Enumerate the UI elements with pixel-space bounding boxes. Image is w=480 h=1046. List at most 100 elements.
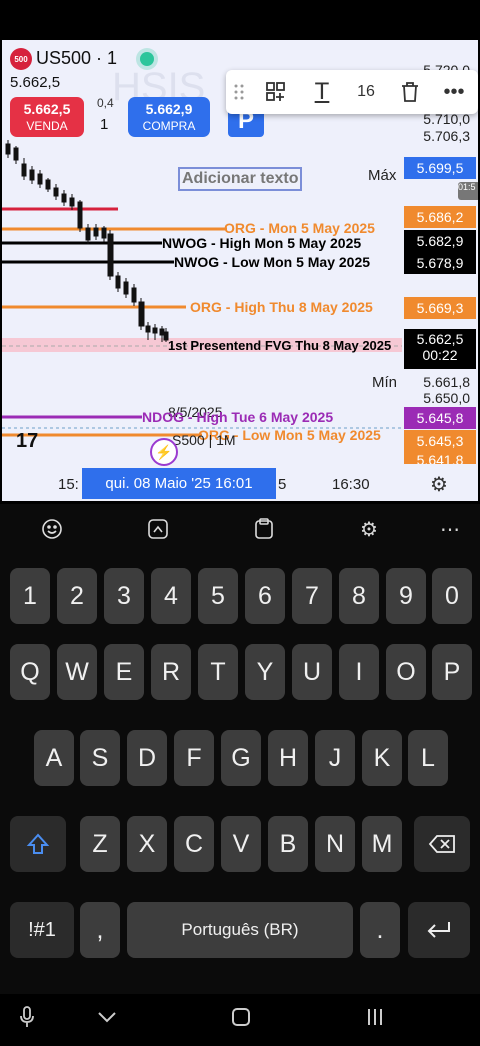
key-u[interactable]: U bbox=[292, 644, 332, 700]
key-7[interactable]: 7 bbox=[292, 568, 332, 624]
price-tag-nwog-low: 5.678,9 bbox=[404, 252, 476, 274]
more-options-icon[interactable]: ••• bbox=[438, 70, 470, 114]
sell-button[interactable]: 5.662,5 VENDA bbox=[10, 97, 84, 137]
key-2[interactable]: 2 bbox=[57, 568, 97, 624]
comma-key[interactable]: , bbox=[80, 902, 120, 958]
key-f[interactable]: F bbox=[174, 730, 214, 786]
more-icon[interactable]: ⋯ bbox=[432, 506, 468, 552]
key-j[interactable]: J bbox=[315, 730, 355, 786]
key-s[interactable]: S bbox=[80, 730, 120, 786]
key-8[interactable]: 8 bbox=[339, 568, 379, 624]
key-h[interactable]: H bbox=[268, 730, 308, 786]
key-m[interactable]: M bbox=[362, 816, 402, 872]
max-label: Máx bbox=[368, 167, 397, 184]
price-tag-nwog-high: 5.682,9 bbox=[404, 230, 476, 252]
crosshair-date: qui. 08 Maio '25 16:01 bbox=[82, 468, 276, 499]
price-tag-partial: 5.641,8 bbox=[404, 452, 476, 464]
key-e[interactable]: E bbox=[104, 644, 144, 700]
key-w[interactable]: W bbox=[57, 644, 97, 700]
symbols-key[interactable]: !#1 bbox=[10, 902, 74, 958]
nwog-high-label: NWOG - High Mon 5 May 2025 bbox=[162, 235, 362, 251]
emoji-icon[interactable] bbox=[34, 506, 70, 552]
app-screen: HSIS 500 US500 · 1 5.662,5 5.662,5 VENDA… bbox=[0, 0, 480, 1046]
org-mon-label: ORG - Mon 5 May 2025 bbox=[224, 220, 375, 236]
drag-handle-icon[interactable] bbox=[228, 70, 250, 114]
key-1[interactable]: 1 bbox=[10, 568, 50, 624]
key-x[interactable]: X bbox=[127, 816, 167, 872]
space-key[interactable]: Português (BR) bbox=[127, 902, 353, 958]
market-open-indicator bbox=[140, 52, 154, 66]
drawing-toolbar: T 16 ••• bbox=[226, 70, 478, 114]
keyboard: ⚙ ⋯ 1 2 3 4 5 6 7 8 9 0 Q W E R T Y U I … bbox=[0, 504, 480, 994]
settings-icon[interactable]: ⚙ bbox=[351, 506, 387, 552]
current-price: 5.662,5 bbox=[416, 331, 464, 347]
recent-apps-icon[interactable] bbox=[360, 1000, 390, 1034]
key-d[interactable]: D bbox=[127, 730, 167, 786]
key-3[interactable]: 3 bbox=[104, 568, 144, 624]
key-o[interactable]: O bbox=[386, 644, 426, 700]
sticker-icon[interactable] bbox=[140, 506, 176, 552]
hide-keyboard-icon[interactable] bbox=[92, 1000, 122, 1034]
key-t[interactable]: T bbox=[198, 644, 238, 700]
font-size-select[interactable]: 16 bbox=[348, 70, 384, 114]
key-i[interactable]: I bbox=[339, 644, 379, 700]
key-r[interactable]: R bbox=[151, 644, 191, 700]
backspace-key[interactable] bbox=[414, 816, 470, 872]
key-c[interactable]: C bbox=[174, 816, 214, 872]
trading-chart[interactable]: HSIS 500 US500 · 1 5.662,5 5.662,5 VENDA… bbox=[2, 40, 478, 501]
key-g[interactable]: G bbox=[221, 730, 261, 786]
key-q[interactable]: Q bbox=[10, 644, 50, 700]
enter-icon bbox=[427, 922, 450, 938]
quantity-value[interactable]: 1 bbox=[100, 116, 108, 133]
microphone-icon[interactable] bbox=[12, 1000, 42, 1034]
key-v[interactable]: V bbox=[221, 816, 261, 872]
symbol-title[interactable]: US500 · 1 bbox=[36, 48, 117, 69]
sell-label: VENDA bbox=[26, 119, 68, 133]
tradingview-logo: 17 bbox=[16, 430, 39, 452]
key-n[interactable]: N bbox=[315, 816, 355, 872]
last-price: 5.662,5 bbox=[10, 74, 61, 91]
axis-price-low1: 5.650,0 bbox=[423, 390, 470, 406]
home-icon[interactable] bbox=[226, 1000, 256, 1034]
buy-price: 5.662,9 bbox=[145, 101, 193, 117]
period-key[interactable]: . bbox=[360, 902, 400, 958]
lightning-icon[interactable]: ⚡ bbox=[150, 438, 178, 466]
key-p[interactable]: P bbox=[432, 644, 472, 700]
key-z[interactable]: Z bbox=[80, 816, 120, 872]
min-label: Mín bbox=[372, 374, 398, 391]
buy-button[interactable]: 5.662,9 COMPRA bbox=[128, 97, 210, 137]
nwog-low-label: NWOG - Low Mon 5 May 2025 bbox=[174, 254, 371, 270]
clipboard-icon[interactable] bbox=[246, 506, 282, 552]
key-9[interactable]: 9 bbox=[386, 568, 426, 624]
max-value: 5.706,3 bbox=[423, 128, 470, 144]
candle-countdown: 00:22 bbox=[422, 347, 458, 363]
text-color-icon[interactable]: T bbox=[306, 70, 338, 114]
key-y[interactable]: Y bbox=[245, 644, 285, 700]
add-object-icon[interactable] bbox=[260, 70, 292, 114]
key-l[interactable]: L bbox=[408, 730, 448, 786]
price-tag-org-high: 5.669,3 bbox=[404, 297, 476, 319]
shift-key[interactable] bbox=[10, 816, 66, 872]
ndog-high-label: NDOG - High Tue 6 May 2025 bbox=[142, 409, 334, 425]
add-text-box[interactable]: Adicionar texto bbox=[178, 167, 303, 191]
enter-key[interactable] bbox=[408, 902, 470, 958]
min-value: 5.661,8 bbox=[423, 374, 470, 390]
key-5[interactable]: 5 bbox=[198, 568, 238, 624]
key-k[interactable]: K bbox=[362, 730, 402, 786]
price-tag-org-low: 5.645,3 bbox=[404, 430, 476, 452]
time-label-partial: 5 bbox=[278, 476, 287, 493]
fvg-label: 1st Presentend FVG Thu 8 May 2025 bbox=[168, 338, 392, 353]
key-6[interactable]: 6 bbox=[245, 568, 285, 624]
key-b[interactable]: B bbox=[268, 816, 308, 872]
price-tag-org-mon: 5.686,2 bbox=[404, 206, 476, 228]
overlay-symbol: S500 | 1M bbox=[172, 432, 236, 448]
key-a[interactable]: A bbox=[34, 730, 74, 786]
key-0[interactable]: 0 bbox=[432, 568, 472, 624]
key-4[interactable]: 4 bbox=[151, 568, 191, 624]
chart-settings-icon[interactable]: ⚙ bbox=[430, 472, 448, 497]
time-label-1630: 16:30 bbox=[332, 476, 370, 493]
delete-icon[interactable] bbox=[394, 70, 426, 114]
spread-value: 0,4 bbox=[97, 96, 114, 110]
time-label-left: 15: bbox=[58, 476, 79, 493]
candles bbox=[5, 140, 169, 342]
